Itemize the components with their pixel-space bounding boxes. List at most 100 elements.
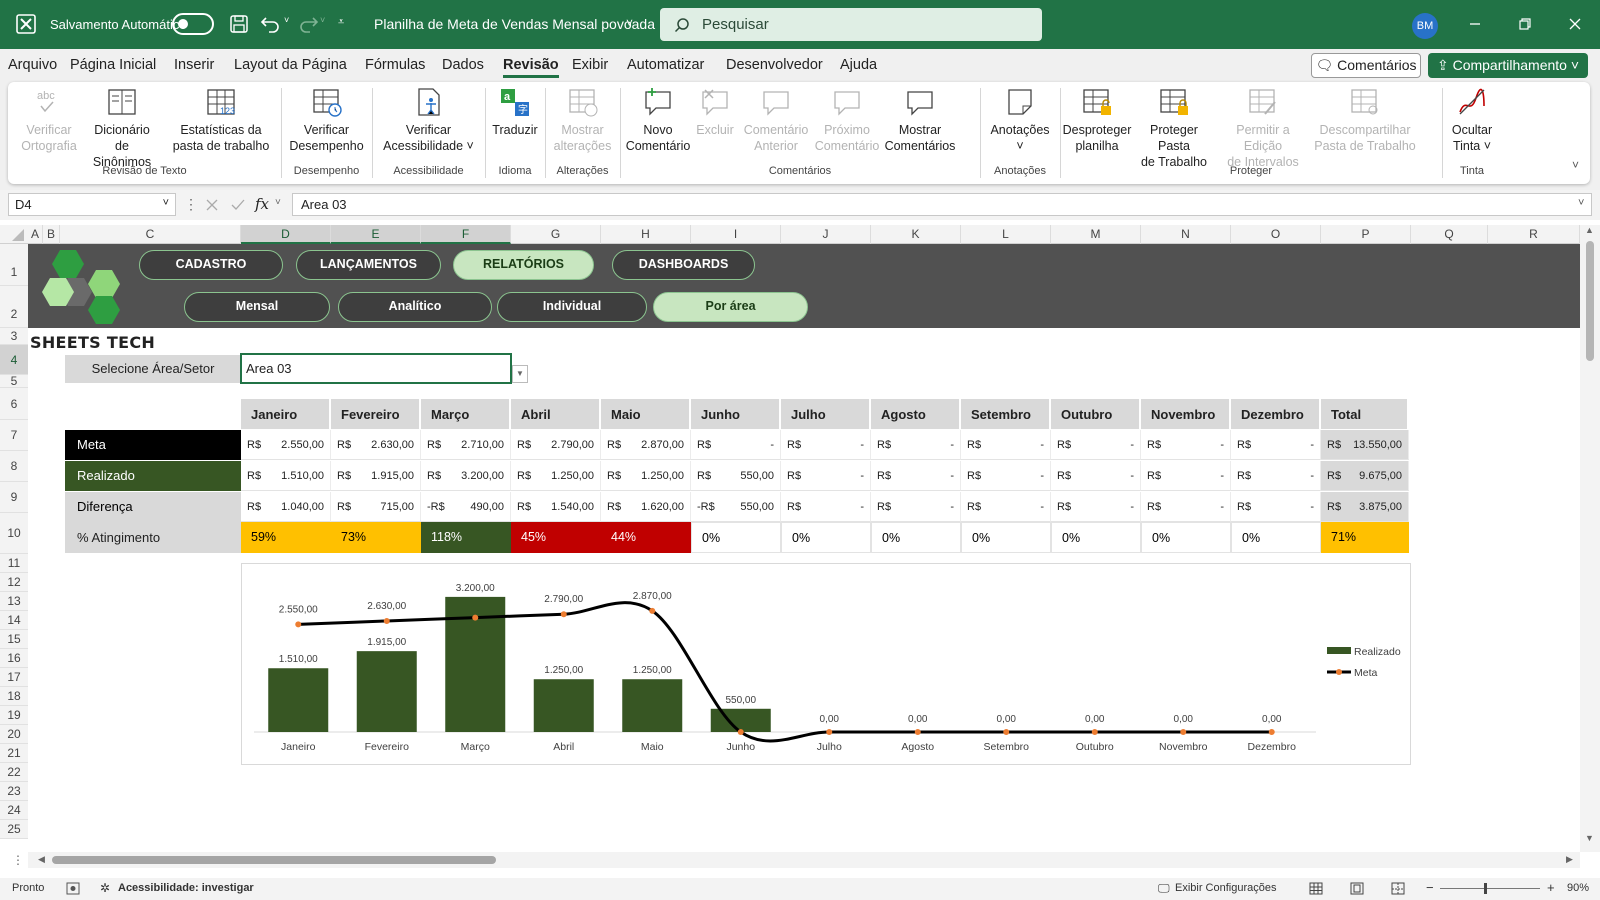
- horizontal-scroll-thumb[interactable]: [52, 856, 496, 864]
- select-all-icon[interactable]: [10, 229, 24, 241]
- customize-toolbar-icon[interactable]: ⩡: [338, 16, 344, 29]
- row-header-5[interactable]: 5: [0, 375, 28, 388]
- vertical-scrollbar[interactable]: ▲ ▼: [1580, 225, 1600, 852]
- row-header-24[interactable]: 24: [0, 801, 28, 820]
- row-header-14[interactable]: 14: [0, 611, 28, 630]
- column-header-b[interactable]: B: [43, 225, 60, 244]
- row-header-10[interactable]: 10: [0, 513, 28, 554]
- row-header-12[interactable]: 12: [0, 573, 28, 592]
- undo-icon[interactable]: [260, 14, 282, 34]
- column-header-h[interactable]: H: [601, 225, 691, 244]
- menu-inserir[interactable]: Inserir: [174, 57, 214, 73]
- row-header-19[interactable]: 19: [0, 706, 28, 725]
- row-header-17[interactable]: 17: [0, 668, 28, 687]
- row-header-25[interactable]: 25: [0, 820, 28, 839]
- insert-function-icon[interactable]: fx: [255, 195, 269, 213]
- restore-icon[interactable]: [1518, 17, 1532, 31]
- ribbon-verificar-desempenho-button[interactable]: Verificar Desempenho: [281, 86, 372, 154]
- menu-exibir[interactable]: Exibir: [572, 57, 608, 73]
- menu-ajuda[interactable]: Ajuda: [840, 57, 877, 73]
- menu-arquivo[interactable]: Arquivo: [8, 57, 57, 73]
- subnav-individual-button[interactable]: Individual: [497, 292, 647, 322]
- comments-button[interactable]: 🗨 Comentários: [1311, 53, 1421, 78]
- menu-pagina-inicial[interactable]: Página Inicial: [70, 57, 156, 73]
- ribbon-verificar-acessibilidade-button[interactable]: Verificar Acessibilidade ˅: [372, 86, 485, 154]
- zoom-out-icon[interactable]: −: [1426, 880, 1434, 895]
- name-box[interactable]: D4 ˅: [8, 193, 176, 216]
- row-header-20[interactable]: 20: [0, 725, 28, 744]
- scroll-up-icon[interactable]: ▲: [1585, 225, 1594, 235]
- row-header-3[interactable]: 3: [0, 328, 28, 345]
- zoom-in-icon[interactable]: +: [1547, 880, 1555, 895]
- column-header-g[interactable]: G: [511, 225, 601, 244]
- macro-record-icon[interactable]: [66, 882, 80, 895]
- close-icon[interactable]: [1568, 17, 1582, 31]
- row-header-7[interactable]: 7: [0, 420, 28, 451]
- ribbon-mostrar-comentarios-button[interactable]: Mostrar Comentários: [882, 86, 958, 154]
- menu-formulas[interactable]: Fórmulas: [365, 57, 425, 73]
- row-header-6[interactable]: 6: [0, 388, 28, 420]
- row-header-8[interactable]: 8: [0, 451, 28, 482]
- function-dropdown-icon[interactable]: ˅: [275, 197, 281, 208]
- collapse-ribbon-icon[interactable]: ˅: [1572, 158, 1579, 172]
- column-header-c[interactable]: C: [60, 225, 241, 244]
- subnav-analitico-button[interactable]: Analítico: [338, 292, 492, 322]
- column-header-l[interactable]: L: [961, 225, 1051, 244]
- row-header-23[interactable]: 23: [0, 782, 28, 801]
- ribbon-anotacoes-button[interactable]: Anotações ˅: [980, 86, 1060, 154]
- row-header-22[interactable]: 22: [0, 763, 28, 782]
- minimize-icon[interactable]: [1468, 17, 1482, 31]
- page-layout-view-icon[interactable]: [1350, 882, 1364, 895]
- share-button[interactable]: ⇪ Compartilhamento ˅: [1428, 53, 1588, 78]
- accessibility-status[interactable]: Acessibilidade: investigar: [118, 882, 254, 894]
- zoom-slider[interactable]: [1440, 888, 1540, 889]
- ribbon-estatisticas-da-pasta-de-trabalho-button[interactable]: 123 Estatísticas da pasta de trabalho: [162, 86, 280, 154]
- column-header-e[interactable]: E: [331, 225, 421, 244]
- menu-revisao[interactable]: Revisão: [503, 57, 559, 78]
- column-header-a[interactable]: A: [28, 225, 43, 244]
- horizontal-scrollbar[interactable]: ◀ ▶: [28, 852, 1580, 868]
- column-header-o[interactable]: O: [1231, 225, 1321, 244]
- page-break-view-icon[interactable]: [1391, 882, 1405, 895]
- nav-lancamentos-button[interactable]: LANÇAMENTOS: [296, 250, 441, 280]
- row-header-16[interactable]: 16: [0, 649, 28, 668]
- menu-dados[interactable]: Dados: [442, 57, 484, 73]
- autosave-toggle[interactable]: [172, 13, 214, 35]
- document-title[interactable]: Planilha de Meta de Vendas Mensal povoad…: [374, 16, 655, 32]
- column-header-i[interactable]: I: [691, 225, 781, 244]
- zoom-slider-thumb[interactable]: [1484, 883, 1487, 894]
- search-box[interactable]: Pesquisar: [660, 8, 1042, 41]
- column-header-j[interactable]: J: [781, 225, 871, 244]
- normal-view-icon[interactable]: [1309, 882, 1323, 895]
- row-header-11[interactable]: 11: [0, 554, 28, 573]
- row-header-15[interactable]: 15: [0, 630, 28, 649]
- display-settings[interactable]: Exibir Configurações: [1175, 882, 1277, 894]
- row-header-2[interactable]: 2: [0, 286, 28, 328]
- more-options-icon[interactable]: ⋮: [184, 196, 198, 213]
- column-header-p[interactable]: P: [1321, 225, 1411, 244]
- undo-dropdown-icon[interactable]: ˅: [284, 15, 289, 25]
- scroll-right-icon[interactable]: ▶: [1566, 854, 1573, 865]
- subnav-mensal-button[interactable]: Mensal: [184, 292, 330, 322]
- ribbon-novo-comentario-button[interactable]: Novo Comentário: [620, 86, 696, 154]
- column-header-f[interactable]: F: [421, 225, 511, 244]
- row-header-13[interactable]: 13: [0, 592, 28, 611]
- avatar[interactable]: BM: [1412, 13, 1438, 39]
- menu-layout[interactable]: Layout da Página: [234, 57, 347, 73]
- column-header-n[interactable]: N: [1141, 225, 1231, 244]
- ribbon-dicionario-de-sinonimos-button[interactable]: Dicionário de Sinônimos: [88, 86, 156, 170]
- row-header-9[interactable]: 9: [0, 482, 28, 513]
- column-header-q[interactable]: Q: [1411, 225, 1488, 244]
- name-box-dropdown-icon[interactable]: ˅: [163, 197, 169, 209]
- menu-automatizar[interactable]: Automatizar: [627, 57, 704, 73]
- sheet-options-icon[interactable]: ⋮: [12, 853, 24, 867]
- vertical-scroll-thumb[interactable]: [1586, 241, 1594, 361]
- sales-chart[interactable]: 1.510,00 1.915,00 3.200,00 1.250,00 1.250,00…: [241, 563, 1411, 765]
- ribbon-traduzir-button[interactable]: a 字 Traduzir: [485, 86, 545, 138]
- column-header-r[interactable]: R: [1488, 225, 1580, 244]
- title-dropdown-icon[interactable]: ˅: [626, 16, 633, 30]
- expand-formula-bar-icon[interactable]: ˅: [1578, 197, 1584, 209]
- row-header-21[interactable]: 21: [0, 744, 28, 763]
- row-header-18[interactable]: 18: [0, 687, 28, 706]
- nav-dashboards-button[interactable]: DASHBOARDS: [612, 250, 755, 280]
